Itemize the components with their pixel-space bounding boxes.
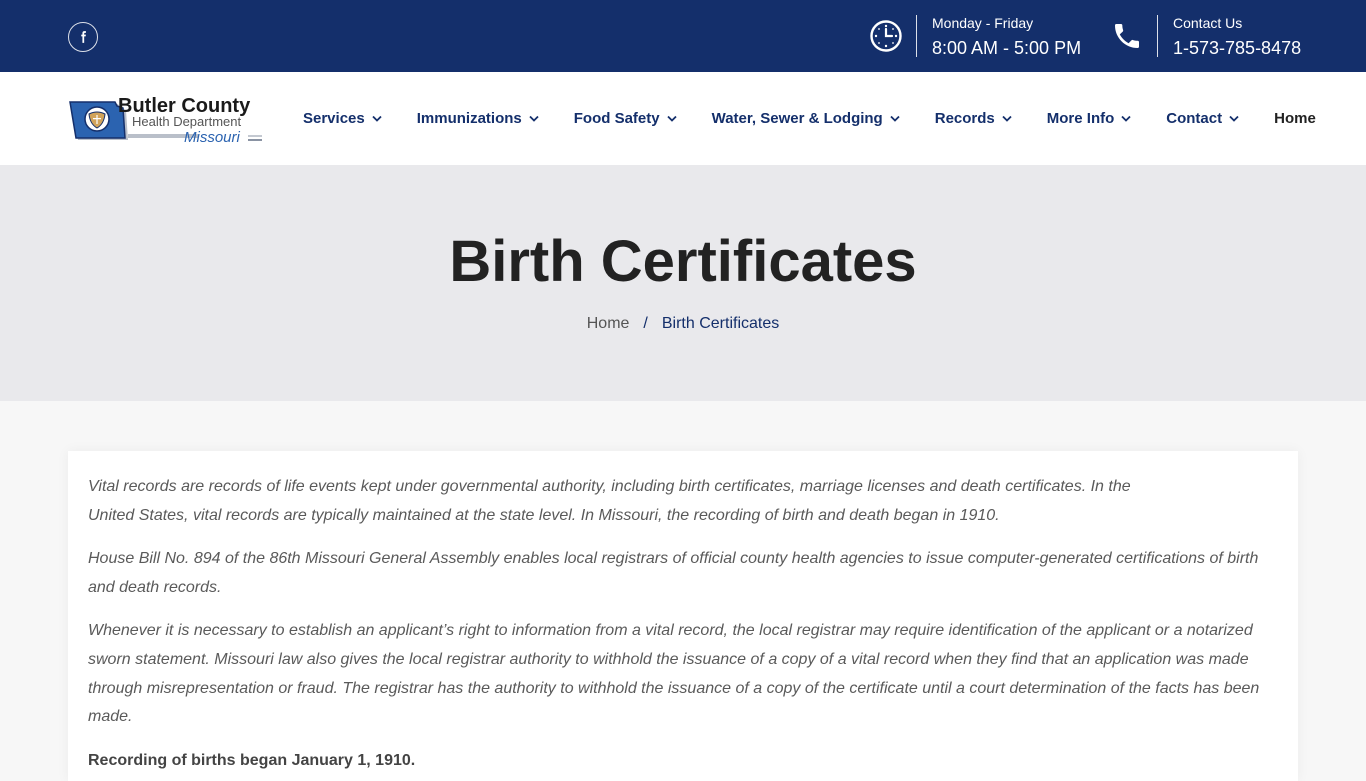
nav-item-records[interactable]: Records	[935, 110, 1012, 127]
contact-label: Contact Us	[1173, 15, 1243, 31]
hours-value: 8:00 AM - 5:00 PM	[932, 38, 1082, 58]
nav-item-contact[interactable]: Contact	[1166, 110, 1239, 127]
chevron-down-icon	[1229, 115, 1239, 122]
breadcrumb-separator: /	[643, 315, 648, 332]
chevron-down-icon	[890, 115, 900, 122]
facebook-link[interactable]	[68, 22, 98, 52]
hours-label: Monday - Friday	[932, 15, 1034, 31]
chevron-down-icon	[1002, 115, 1012, 122]
top-bar: Monday - Friday 8:00 AM - 5:00 PM Contac…	[0, 0, 1366, 72]
main-header: Butler County Health Department Missouri…	[0, 72, 1366, 165]
nav-item-food-safety[interactable]: Food Safety	[574, 110, 677, 127]
breadcrumb-current: Birth Certificates	[661, 315, 780, 332]
clock-icon	[868, 18, 904, 54]
nav-item-immunizations[interactable]: Immunizations	[417, 110, 539, 127]
breadcrumb-home-link[interactable]: Home	[587, 314, 630, 334]
page-hero: Birth Certificates Home / Birth Certific…	[0, 165, 1366, 401]
content-paragraph: House Bill No. 894 of the 86th Missouri …	[88, 550, 1259, 596]
phone-number-link[interactable]: 1-573-785-8478	[1173, 38, 1301, 58]
chevron-down-icon	[666, 115, 677, 122]
main-nav: Services Immunizations Food Safety Water…	[303, 72, 1316, 165]
contact-block: Contact Us 1-573-785-8478	[1109, 0, 1301, 72]
nav-label: Home	[1274, 110, 1316, 127]
hours-block: Monday - Friday 8:00 AM - 5:00 PM	[868, 0, 1081, 72]
content-paragraph: Vital records are records of life events…	[88, 478, 1131, 524]
page-title: Birth Certificates	[449, 229, 917, 294]
phone-icon[interactable]	[1109, 18, 1145, 54]
content-paragraph: Whenever it is necessary to establish an…	[88, 622, 1260, 726]
hours-divider	[916, 15, 917, 57]
facebook-icon	[81, 31, 86, 43]
logo-text-line3: Missouri	[184, 129, 241, 146]
logo-text-line2: Health Department	[132, 114, 241, 129]
chevron-down-icon	[372, 115, 382, 122]
content-card: Vital records are records of life events…	[68, 451, 1298, 781]
nav-label: More Info	[1046, 110, 1115, 127]
nav-label: Food Safety	[573, 110, 660, 127]
nav-label: Contact	[1166, 110, 1223, 127]
nav-item-water-sewer-lodging[interactable]: Water, Sewer & Lodging	[712, 110, 900, 127]
nav-item-services[interactable]: Services	[303, 110, 382, 127]
contact-divider	[1157, 15, 1158, 57]
chevron-down-icon	[1121, 115, 1131, 122]
content-strong-text: Recording of births began January 1, 191…	[88, 751, 416, 769]
nav-label: Immunizations	[416, 110, 522, 127]
nav-label: Services	[303, 110, 365, 127]
nav-label: Records	[934, 110, 995, 127]
nav-label: Water, Sewer & Lodging	[711, 110, 883, 127]
breadcrumb: Home / Birth Certificates	[0, 314, 1366, 334]
nav-item-more-info[interactable]: More Info	[1047, 110, 1132, 127]
chevron-down-icon	[529, 115, 539, 122]
site-logo[interactable]: Butler County Health Department Missouri	[68, 88, 266, 150]
nav-item-home[interactable]: Home	[1274, 110, 1316, 127]
